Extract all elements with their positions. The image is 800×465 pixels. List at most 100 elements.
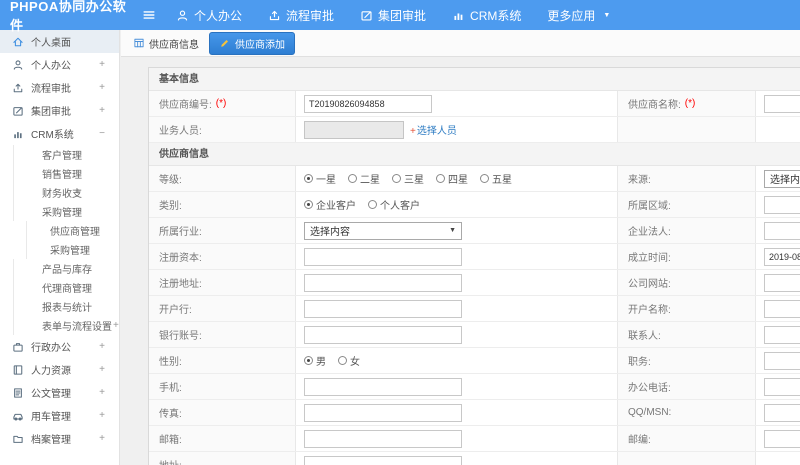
radio-input[interactable] [348,174,357,183]
collapse-minus-icon[interactable]: − [75,206,81,217]
address-input[interactable] [304,455,462,465]
collapse-minus-icon[interactable]: − [99,128,105,139]
expand-plus-icon[interactable]: + [75,263,81,274]
field-cell [296,296,618,321]
sidebar-item-hr[interactable]: 人力资源 + [0,358,119,381]
expand-plus-icon[interactable]: + [99,364,105,375]
link-label: 选择人员 [416,126,457,137]
supplier-code-input[interactable] [304,94,432,113]
region-input[interactable] [764,195,800,214]
registered-address-input[interactable] [304,273,462,292]
expand-plus-icon[interactable]: + [99,387,105,398]
sidebar-item-product-inventory[interactable]: 产品与库存 + [13,259,119,278]
radio-input[interactable] [392,174,401,183]
nav-crm-system[interactable]: CRM系统 [452,7,521,24]
radio-option[interactable]: 二星 [348,171,380,186]
bank-account-input[interactable] [304,325,462,344]
radio-option[interactable]: 企业客户 [304,197,356,212]
radio-input[interactable] [304,174,313,183]
account-name-input[interactable] [764,299,800,318]
bank-input[interactable] [304,299,462,318]
radio-input[interactable] [368,200,377,209]
form-row: 传真: QQ/MSN: [149,400,800,426]
sidebar-item-doc-mgmt[interactable]: 公文管理 + [0,381,119,404]
sidebar-item-agent-mgmt[interactable]: 代理商管理 + [13,278,119,297]
radio-input[interactable] [338,356,347,365]
sidebar-item-admin-office[interactable]: 行政办公 + [0,335,119,358]
radio-option[interactable]: 三星 [392,171,424,186]
nav-more-apps[interactable]: 更多应用 ▼ [547,7,610,24]
expand-plus-icon[interactable]: + [99,433,105,444]
contact-input[interactable] [764,325,800,344]
office-phone-input[interactable] [764,377,800,396]
field-cell: 一星 二星 三星 四星 五星 [296,166,618,191]
sidebar-item-sales-mgmt[interactable]: 销售管理 + [13,164,119,183]
expand-plus-icon[interactable]: + [75,187,81,198]
sidebar-item-group-approval[interactable]: 集团审批 + [0,99,119,122]
form-row: 邮箱: 邮编: [149,426,800,452]
tab-supplier-info[interactable]: 供应商信息 [133,36,199,51]
expand-plus-icon[interactable]: + [99,105,105,116]
nav-group-approval[interactable]: 集团审批 [360,7,426,24]
source-select[interactable]: 选择内容▼ [764,169,800,188]
expand-plus-icon[interactable]: + [75,168,81,179]
expand-plus-icon[interactable]: + [99,341,105,352]
sidebar-item-supplier-mgmt[interactable]: 供应商管理 [26,221,119,240]
qq-msn-input[interactable] [764,403,800,422]
sidebar-item-archive-mgmt[interactable]: 档案管理 + [0,427,119,450]
nav-process-approval[interactable]: 流程审批 [268,7,334,24]
expand-plus-icon[interactable]: + [113,320,119,331]
tab-label: 供应商信息 [149,39,199,51]
website-input[interactable] [764,273,800,292]
radio-option[interactable]: 五星 [480,171,512,186]
expand-plus-icon[interactable]: + [99,59,105,70]
sidebar-item-finance[interactable]: 财务收支 + [13,183,119,202]
sidebar-item-personal-office[interactable]: 个人办公 + [0,53,119,76]
founded-date-input[interactable] [764,247,800,266]
expand-plus-icon[interactable]: + [99,410,105,421]
legal-person-input[interactable] [764,221,800,240]
expand-plus-icon[interactable]: + [99,82,105,93]
tab-supplier-add[interactable]: 供应商添加 [209,31,295,55]
radio-option[interactable]: 四星 [436,171,468,186]
radio-option[interactable]: 个人客户 [368,197,420,212]
fax-input[interactable] [304,403,462,422]
field-label: 邮编: [628,435,651,446]
field-label-cell: 地址: [149,452,296,465]
menu-toggle-icon[interactable] [142,8,156,22]
field-label: 供应商名称: [628,100,681,111]
radio-input[interactable] [480,174,489,183]
grid-icon [133,37,145,49]
sidebar-item-process-approval[interactable]: 流程审批 + [0,76,119,99]
select-person-link[interactable]: +选择人员 [410,122,457,137]
sidebar-item-purchase-mgmt[interactable]: 采购管理 − [13,202,119,221]
email-input[interactable] [304,429,462,448]
nav-personal-office[interactable]: 个人办公 [176,7,242,24]
field-label: 开户名称: [628,305,671,316]
radio-input[interactable] [304,356,313,365]
radio-input[interactable] [304,200,313,209]
mobile-input[interactable] [304,377,462,396]
industry-select[interactable]: 选择内容 ▼ [304,221,462,240]
expand-plus-icon[interactable]: + [75,282,81,293]
sidebar-item-vehicle-mgmt[interactable]: 用车管理 + [0,404,119,427]
job-title-input[interactable] [764,351,800,370]
sidebar-item-customer-mgmt[interactable]: 客户管理 + [13,145,119,164]
supplier-name-input[interactable] [764,94,800,113]
business-person-input[interactable] [304,120,404,139]
radio-option[interactable]: 女 [338,353,360,368]
radio-input[interactable] [436,174,445,183]
sidebar-item-form-flow-settings[interactable]: 表单与流程设置 + [13,316,119,335]
radio-option[interactable]: 一星 [304,171,336,186]
field-label-cell: 公司网站: [618,270,756,295]
registered-capital-input[interactable] [304,247,462,266]
radio-option[interactable]: 男 [304,353,326,368]
sidebar-item-purchasing[interactable]: 采购管理 [26,240,119,259]
form-row: 所属行业: 选择内容 ▼ 企业法人: [149,218,800,244]
expand-plus-icon[interactable]: + [75,149,81,160]
zip-code-input[interactable] [764,429,800,448]
form-row: 等级: 一星 二星 三星 四星 五星 来源: 选择内容▼ [149,166,800,192]
field-cell [296,400,618,425]
sidebar-item-crm-system[interactable]: CRM系统 − [0,122,119,145]
sidebar-item-reports-stats[interactable]: 报表与统计 [13,297,119,316]
